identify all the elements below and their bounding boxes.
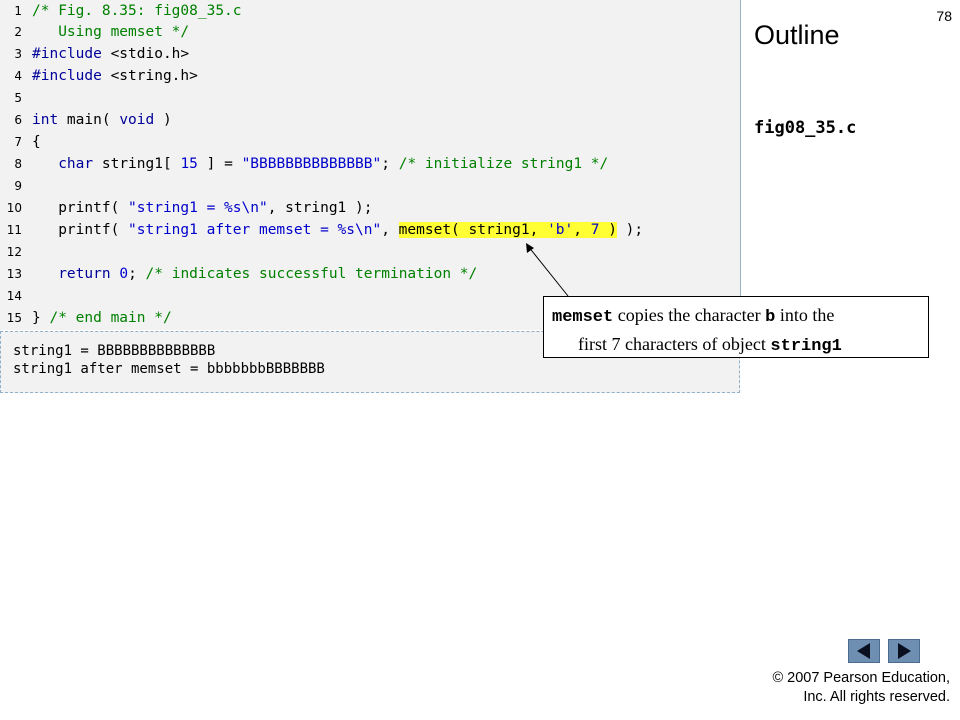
code-line-1: 1 /* Fig. 8.35: fig08_35.c (0, 0, 242, 22)
code-keyword: int (32, 112, 59, 128)
line-number: 11 (6, 223, 22, 237)
code-keyword: #include (32, 46, 102, 62)
line-number: 15 (6, 311, 22, 325)
memset-highlight: memset( string1, 'b', 7 ) (398, 222, 617, 238)
code-text: ; (381, 156, 399, 172)
line-number: 7 (14, 135, 22, 149)
code-text: , (381, 222, 399, 238)
code-text: ] = (197, 156, 242, 172)
code-comment: /* end main */ (49, 310, 172, 326)
output-line-1: string1 = BBBBBBBBBBBBBB (13, 343, 216, 359)
line-number: 5 (14, 91, 22, 105)
copyright-line-2: Inc. All rights reserved. (803, 689, 950, 705)
code-line-6: 6 int main( void ) (0, 109, 172, 131)
line-number: 3 (14, 47, 22, 61)
code-text: ; (128, 266, 146, 282)
code-comment: /* initialize string1 */ (398, 156, 609, 172)
code-text: ); (616, 222, 644, 238)
code-line-9: 9 (0, 175, 32, 197)
callout-text: into the (775, 305, 835, 325)
line-number: 4 (14, 69, 22, 83)
code-text: <stdio.h> (101, 46, 190, 62)
output-line-2: string1 after memset = bbbbbbbBBBBBBB (13, 361, 325, 377)
line-number: 12 (6, 245, 22, 259)
code-text: , (573, 222, 591, 238)
callout-text: copies the character (613, 305, 766, 325)
code-line-13: 13 return 0; /* indicates successful ter… (0, 263, 478, 285)
code-panel: 1 /* Fig. 8.35: fig08_35.c 2 Using memset… (0, 0, 741, 330)
callout-text: first 7 characters of object (578, 334, 771, 354)
file-name-label: fig08_35.c (754, 118, 857, 138)
code-text: { (32, 134, 41, 150)
line-number: 6 (14, 113, 22, 127)
callout-code: b (765, 308, 776, 327)
slide-number: 78 (936, 8, 952, 24)
callout-line-2: first 7 characters of object string1 (552, 331, 920, 360)
code-line-15: 15} /* end main */ (0, 307, 172, 329)
code-line-5: 5 (0, 87, 32, 109)
line-number: 14 (6, 289, 22, 303)
code-text: printf( (32, 200, 129, 216)
copyright-notice: © 2007 Pearson Education, Inc. All right… (772, 669, 950, 707)
code-text: memset( string1, (398, 222, 548, 238)
code-line-8: 8 char string1[ 15 ] = "BBBBBBBBBBBBBB";… (0, 153, 608, 175)
callout-code: memset (552, 308, 614, 327)
code-string: "string1 after memset = %s\n" (128, 222, 382, 238)
code-line-4: 4 #include <string.h> (0, 65, 198, 87)
code-line-7: 7{ (0, 131, 41, 153)
callout-line-1: memset copies the character b into the (552, 302, 920, 331)
code-number: 0 (119, 266, 129, 282)
line-number: 10 (6, 201, 22, 215)
code-line-10: 10 printf( "string1 = %s\n", string1 ); (0, 197, 373, 219)
code-text: , string1 ); (267, 200, 373, 216)
code-string: 'b' (547, 222, 574, 238)
code-text: ) (154, 112, 172, 128)
code-line-3: 3 #include <stdio.h> (0, 43, 189, 65)
memset-callout: memset copies the character b into the f… (543, 296, 929, 358)
outline-title[interactable]: Outline (754, 20, 840, 51)
triangle-left-icon (857, 643, 870, 659)
code-string: "BBBBBBBBBBBBBB" (241, 156, 382, 172)
code-keyword: void (119, 112, 155, 128)
code-text: ) (599, 222, 617, 238)
line-number: 8 (14, 157, 22, 171)
line-number: 13 (6, 267, 22, 281)
callout-code: string1 (770, 337, 842, 356)
line-number: 2 (14, 25, 22, 39)
code-number: 15 (180, 156, 198, 172)
code-comment: /* Fig. 8.35: fig08_35.c (32, 3, 242, 19)
code-string: "string1 = %s\n" (128, 200, 268, 216)
code-keyword: return (58, 266, 111, 282)
code-text: <string.h> (101, 68, 198, 84)
code-line-14: 14 (0, 285, 32, 307)
line-number: 1 (14, 4, 22, 18)
code-keyword: #include (32, 68, 102, 84)
code-text: main( (58, 112, 120, 128)
line-number: 9 (14, 179, 22, 193)
code-comment: /* indicates successful termination */ (145, 266, 478, 282)
triangle-right-icon (898, 643, 911, 659)
code-line-11: 11 printf( "string1 after memset = %s\n"… (0, 219, 643, 241)
code-line-12: 12 (0, 241, 32, 263)
code-line-2: 2 Using memset */ (0, 21, 189, 43)
code-keyword: char (58, 156, 94, 172)
next-slide-button[interactable] (888, 639, 920, 663)
copyright-line-1: © 2007 Pearson Education, (772, 670, 950, 686)
previous-slide-button[interactable] (848, 639, 880, 663)
code-text: string1[ (93, 156, 181, 172)
code-text: printf( (32, 222, 129, 238)
code-comment: Using memset */ (32, 24, 190, 40)
code-text: } (32, 310, 50, 326)
